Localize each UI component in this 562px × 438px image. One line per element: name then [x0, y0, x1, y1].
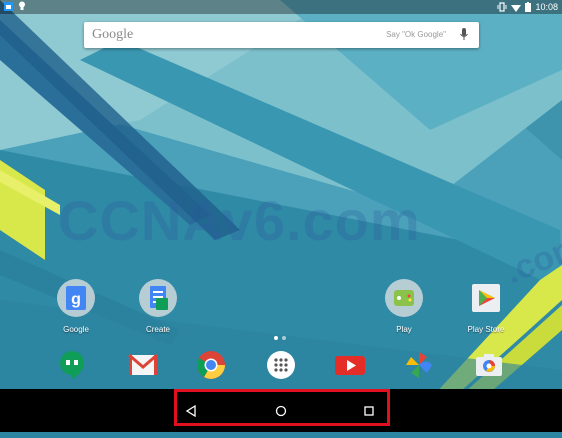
page-dot	[282, 336, 286, 340]
app-play[interactable]: Play	[374, 278, 434, 334]
home-icon	[275, 405, 287, 416]
back-button[interactable]	[161, 389, 221, 432]
battery-icon	[525, 2, 532, 12]
google-search-bar[interactable]: Google Say "Ok Google"	[84, 22, 479, 48]
photos-icon[interactable]	[402, 348, 436, 382]
app-play-store[interactable]: Play Store	[456, 278, 516, 334]
notification-icon	[4, 1, 13, 11]
app-label: Play Store	[467, 325, 505, 334]
bulb-icon	[19, 1, 25, 10]
app-label: Create	[145, 325, 170, 334]
google-folder-icon: g	[57, 279, 95, 317]
search-hint: Say "Ok Google"	[386, 30, 446, 39]
app-label: Google	[63, 325, 89, 334]
camera-icon[interactable]	[472, 348, 506, 382]
create-folder-icon	[139, 279, 177, 317]
svg-text:g: g	[71, 291, 81, 308]
play-folder-icon	[385, 279, 423, 317]
app-drawer-icon[interactable]	[264, 348, 298, 382]
navigation-bar	[0, 389, 562, 432]
page-dot-current	[274, 336, 278, 340]
app-google[interactable]: g Google	[46, 278, 106, 334]
mic-icon[interactable]	[460, 28, 468, 41]
home-screen: 10:08 Google Say "Ok Google" CCNAv6.com …	[0, 0, 562, 438]
google-logo: Google	[92, 27, 134, 42]
gmail-icon[interactable]	[126, 348, 160, 382]
vibrate-icon	[497, 2, 507, 12]
play-store-icon	[472, 284, 500, 312]
watermark: CCNAv6.com	[58, 189, 421, 252]
app-label: Play	[396, 325, 412, 334]
clock: 10:08	[535, 2, 558, 12]
hangouts-icon[interactable]	[55, 348, 89, 382]
status-bar: 10:08	[0, 0, 562, 14]
back-icon	[185, 404, 196, 417]
home-button[interactable]	[251, 389, 311, 432]
wifi-icon	[511, 4, 522, 12]
app-create[interactable]: Create	[128, 278, 188, 334]
youtube-icon[interactable]	[333, 348, 367, 382]
page-indicator	[274, 336, 286, 340]
recents-button[interactable]	[339, 389, 399, 432]
recents-icon	[364, 405, 374, 416]
chrome-icon[interactable]	[194, 348, 228, 382]
